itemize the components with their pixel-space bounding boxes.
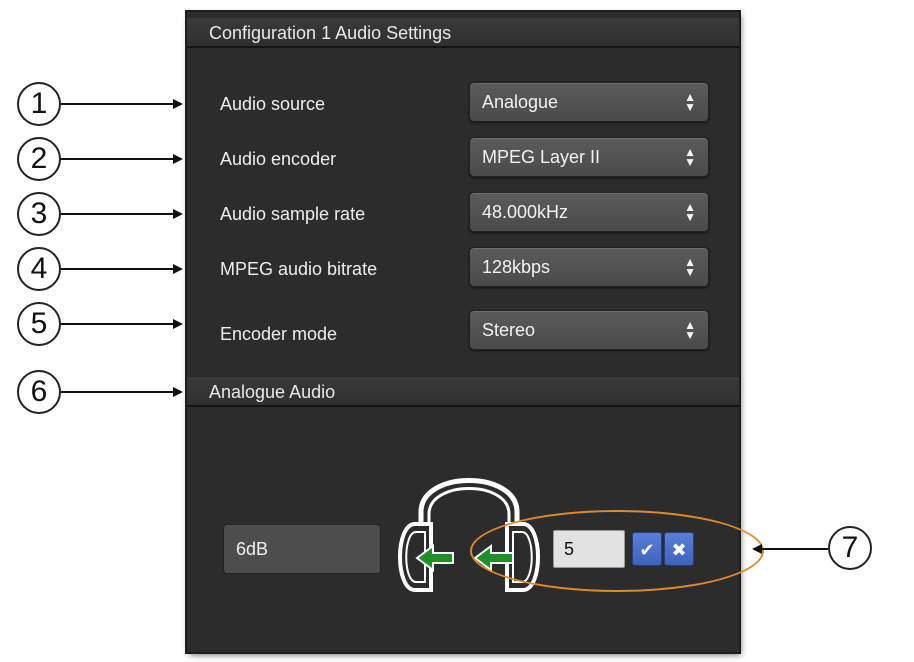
encoder-mode-select[interactable]: Stereo ▲ ▼ <box>469 310 709 350</box>
select-value: Stereo <box>482 320 536 340</box>
encoder-mode-label: Encoder mode <box>220 324 338 344</box>
arrow-head-icon <box>173 319 183 329</box>
up-down-arrows-icon: ▲ ▼ <box>684 145 696 169</box>
select-value: 128kbps <box>482 257 551 277</box>
up-down-arrows-icon: ▲ ▼ <box>684 255 696 279</box>
highlight-ellipse <box>470 510 764 592</box>
up-down-arrows-icon: ▲ ▼ <box>684 90 696 114</box>
callout-number: 6 <box>17 370 61 414</box>
config-section-header: Configuration 1 Audio Settings <box>187 18 739 48</box>
arrow-head-icon <box>173 387 183 397</box>
callout-number: 5 <box>17 302 61 346</box>
callout-number: 1 <box>17 82 61 126</box>
callout-number: 7 <box>828 526 872 570</box>
up-down-arrows-icon: ▲ ▼ <box>684 318 696 342</box>
analogue-audio-header: Analogue Audio <box>187 377 739 407</box>
arrow-head-icon <box>173 209 183 219</box>
callout-number: 4 <box>17 247 61 291</box>
callout-arrow <box>61 391 173 393</box>
arrow-head-icon <box>173 264 183 274</box>
audio-encoder-label: Audio encoder <box>220 149 337 169</box>
arrow-head-icon <box>173 154 183 164</box>
audio-sample-rate-label: Audio sample rate <box>220 204 366 224</box>
up-down-arrows-icon: ▲ ▼ <box>684 200 696 224</box>
callout-arrow <box>61 323 173 325</box>
select-value: Analogue <box>482 92 559 112</box>
callout-number: 3 <box>17 192 61 236</box>
arrow-head-icon <box>752 544 762 554</box>
callout-number: 2 <box>17 137 61 181</box>
audio-source-select[interactable]: Analogue ▲ ▼ <box>469 82 709 122</box>
arrow-head-icon <box>173 99 183 109</box>
callout-arrow <box>61 268 173 270</box>
select-value: MPEG Layer II <box>482 147 601 167</box>
select-value: 48.000kHz <box>482 202 569 222</box>
mpeg-audio-bitrate-select[interactable]: 128kbps ▲ ▼ <box>469 247 709 287</box>
audio-sample-rate-select[interactable]: 48.000kHz ▲ ▼ <box>469 192 709 232</box>
callout-arrow <box>61 103 173 105</box>
audio-encoder-select[interactable]: MPEG Layer II ▲ ▼ <box>469 137 709 177</box>
callout-arrow <box>61 158 173 160</box>
callout-arrow <box>762 548 828 550</box>
audio-source-label: Audio source <box>220 94 326 114</box>
callout-arrow <box>61 213 173 215</box>
mpeg-audio-bitrate-label: MPEG audio bitrate <box>220 259 378 279</box>
gain-display: 6dB <box>223 524 381 574</box>
